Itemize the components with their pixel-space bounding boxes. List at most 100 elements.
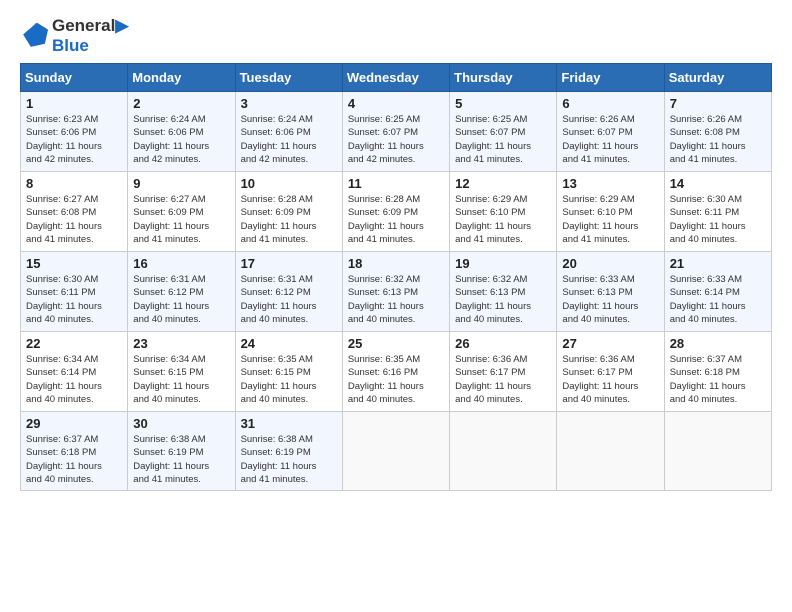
calendar-day-27: 27Sunrise: 6:36 AM Sunset: 6:17 PM Dayli…: [557, 332, 664, 412]
calendar-day-1: 1 Sunrise: 6:23 AM Sunset: 6:06 PM Daylig…: [21, 92, 128, 172]
calendar-day-16: 16 Sunrise: 6:31 AM Sunset: 6:12 PM Dayli…: [128, 252, 235, 332]
day-info: Sunrise: 6:28 AM Sunset: 6:09 PM Dayligh…: [348, 193, 444, 246]
day-number: 28: [670, 336, 766, 351]
day-info: Sunrise: 6:34 AM Sunset: 6:15 PM Dayligh…: [133, 353, 229, 406]
day-number: 5: [455, 96, 551, 111]
calendar-day-15: 15Sunrise: 6:30 AM Sunset: 6:11 PM Dayli…: [21, 252, 128, 332]
day-info: Sunrise: 6:30 AM Sunset: 6:11 PM Dayligh…: [670, 193, 766, 246]
day-number: 13: [562, 176, 658, 191]
day-number: 7: [670, 96, 766, 111]
calendar-day-3: 3 Sunrise: 6:24 AM Sunset: 6:06 PM Daylig…: [235, 92, 342, 172]
calendar-day-30: 30 Sunrise: 6:38 AM Sunset: 6:19 PM Dayli…: [128, 412, 235, 491]
day-info: Sunrise: 6:26 AM Sunset: 6:08 PM Dayligh…: [670, 113, 766, 166]
day-number: 25: [348, 336, 444, 351]
calendar-day-20: 20Sunrise: 6:33 AM Sunset: 6:13 PM Dayli…: [557, 252, 664, 332]
logo: General▶ Blue: [20, 16, 128, 55]
day-info: Sunrise: 6:33 AM Sunset: 6:14 PM Dayligh…: [670, 273, 766, 326]
day-info: Sunrise: 6:31 AM Sunset: 6:12 PM Dayligh…: [133, 273, 229, 326]
day-number: 27: [562, 336, 658, 351]
day-info: Sunrise: 6:27 AM Sunset: 6:09 PM Dayligh…: [133, 193, 229, 246]
calendar-day-17: 17 Sunrise: 6:31 AM Sunset: 6:12 PM Dayli…: [235, 252, 342, 332]
calendar-day-18: 18 Sunrise: 6:32 AM Sunset: 6:13 PM Dayli…: [342, 252, 449, 332]
calendar-day-23: 23 Sunrise: 6:34 AM Sunset: 6:15 PM Dayli…: [128, 332, 235, 412]
calendar-table: SundayMondayTuesdayWednesdayThursdayFrid…: [20, 63, 772, 491]
calendar-empty: [664, 412, 771, 491]
logo-text: General▶ Blue: [52, 16, 128, 55]
day-info: Sunrise: 6:35 AM Sunset: 6:16 PM Dayligh…: [348, 353, 444, 406]
day-number: 3: [241, 96, 337, 111]
calendar-day-5: 5 Sunrise: 6:25 AM Sunset: 6:07 PM Daylig…: [450, 92, 557, 172]
day-number: 2: [133, 96, 229, 111]
day-info: Sunrise: 6:31 AM Sunset: 6:12 PM Dayligh…: [241, 273, 337, 326]
calendar-day-2: 2 Sunrise: 6:24 AM Sunset: 6:06 PM Daylig…: [128, 92, 235, 172]
day-number: 12: [455, 176, 551, 191]
calendar-day-26: 26 Sunrise: 6:36 AM Sunset: 6:17 PM Dayli…: [450, 332, 557, 412]
calendar-day-8: 8Sunrise: 6:27 AM Sunset: 6:08 PM Daylig…: [21, 172, 128, 252]
day-info: Sunrise: 6:25 AM Sunset: 6:07 PM Dayligh…: [455, 113, 551, 166]
day-number: 23: [133, 336, 229, 351]
calendar-day-24: 24 Sunrise: 6:35 AM Sunset: 6:15 PM Dayli…: [235, 332, 342, 412]
day-info: Sunrise: 6:26 AM Sunset: 6:07 PM Dayligh…: [562, 113, 658, 166]
day-info: Sunrise: 6:36 AM Sunset: 6:17 PM Dayligh…: [455, 353, 551, 406]
calendar-week-5: 29 Sunrise: 6:37 AM Sunset: 6:18 PM Dayli…: [21, 412, 772, 491]
calendar-day-4: 4 Sunrise: 6:25 AM Sunset: 6:07 PM Daylig…: [342, 92, 449, 172]
day-info: Sunrise: 6:32 AM Sunset: 6:13 PM Dayligh…: [348, 273, 444, 326]
calendar-week-4: 22Sunrise: 6:34 AM Sunset: 6:14 PM Dayli…: [21, 332, 772, 412]
calendar-empty: [557, 412, 664, 491]
day-number: 4: [348, 96, 444, 111]
logo-icon: [20, 22, 48, 50]
day-info: Sunrise: 6:24 AM Sunset: 6:06 PM Dayligh…: [133, 113, 229, 166]
day-info: Sunrise: 6:23 AM Sunset: 6:06 PM Dayligh…: [26, 113, 122, 166]
day-number: 18: [348, 256, 444, 271]
day-number: 10: [241, 176, 337, 191]
calendar-day-29: 29 Sunrise: 6:37 AM Sunset: 6:18 PM Dayli…: [21, 412, 128, 491]
day-number: 22: [26, 336, 122, 351]
day-number: 11: [348, 176, 444, 191]
day-info: Sunrise: 6:24 AM Sunset: 6:06 PM Dayligh…: [241, 113, 337, 166]
day-info: Sunrise: 6:37 AM Sunset: 6:18 PM Dayligh…: [670, 353, 766, 406]
day-number: 24: [241, 336, 337, 351]
calendar-day-13: 13Sunrise: 6:29 AM Sunset: 6:10 PM Dayli…: [557, 172, 664, 252]
calendar-header-tuesday: Tuesday: [235, 64, 342, 92]
day-number: 1: [26, 96, 122, 111]
calendar-day-7: 7 Sunrise: 6:26 AM Sunset: 6:08 PM Daylig…: [664, 92, 771, 172]
calendar-day-22: 22Sunrise: 6:34 AM Sunset: 6:14 PM Dayli…: [21, 332, 128, 412]
day-info: Sunrise: 6:38 AM Sunset: 6:19 PM Dayligh…: [133, 433, 229, 486]
calendar-day-10: 10 Sunrise: 6:28 AM Sunset: 6:09 PM Dayli…: [235, 172, 342, 252]
day-number: 29: [26, 416, 122, 431]
day-number: 17: [241, 256, 337, 271]
calendar-day-12: 12Sunrise: 6:29 AM Sunset: 6:10 PM Dayli…: [450, 172, 557, 252]
page-header: General▶ Blue: [20, 16, 772, 55]
day-number: 9: [133, 176, 229, 191]
calendar-day-31: 31Sunrise: 6:38 AM Sunset: 6:19 PM Dayli…: [235, 412, 342, 491]
day-info: Sunrise: 6:32 AM Sunset: 6:13 PM Dayligh…: [455, 273, 551, 326]
calendar-header-monday: Monday: [128, 64, 235, 92]
page-container: General▶ Blue SundayMondayTuesdayWednesd…: [0, 0, 792, 612]
day-number: 30: [133, 416, 229, 431]
day-number: 31: [241, 416, 337, 431]
calendar-header-sunday: Sunday: [21, 64, 128, 92]
day-info: Sunrise: 6:28 AM Sunset: 6:09 PM Dayligh…: [241, 193, 337, 246]
calendar-day-6: 6 Sunrise: 6:26 AM Sunset: 6:07 PM Daylig…: [557, 92, 664, 172]
day-info: Sunrise: 6:37 AM Sunset: 6:18 PM Dayligh…: [26, 433, 122, 486]
day-info: Sunrise: 6:33 AM Sunset: 6:13 PM Dayligh…: [562, 273, 658, 326]
day-info: Sunrise: 6:25 AM Sunset: 6:07 PM Dayligh…: [348, 113, 444, 166]
calendar-day-14: 14 Sunrise: 6:30 AM Sunset: 6:11 PM Dayli…: [664, 172, 771, 252]
day-number: 15: [26, 256, 122, 271]
calendar-header-row: SundayMondayTuesdayWednesdayThursdayFrid…: [21, 64, 772, 92]
day-number: 14: [670, 176, 766, 191]
day-info: Sunrise: 6:27 AM Sunset: 6:08 PM Dayligh…: [26, 193, 122, 246]
calendar-header-wednesday: Wednesday: [342, 64, 449, 92]
day-number: 26: [455, 336, 551, 351]
calendar-day-9: 9 Sunrise: 6:27 AM Sunset: 6:09 PM Daylig…: [128, 172, 235, 252]
day-number: 6: [562, 96, 658, 111]
calendar-empty: [450, 412, 557, 491]
day-number: 19: [455, 256, 551, 271]
calendar-day-19: 19 Sunrise: 6:32 AM Sunset: 6:13 PM Dayli…: [450, 252, 557, 332]
day-number: 21: [670, 256, 766, 271]
day-number: 16: [133, 256, 229, 271]
calendar-empty: [342, 412, 449, 491]
calendar-header-friday: Friday: [557, 64, 664, 92]
calendar-day-21: 21 Sunrise: 6:33 AM Sunset: 6:14 PM Dayli…: [664, 252, 771, 332]
day-info: Sunrise: 6:35 AM Sunset: 6:15 PM Dayligh…: [241, 353, 337, 406]
